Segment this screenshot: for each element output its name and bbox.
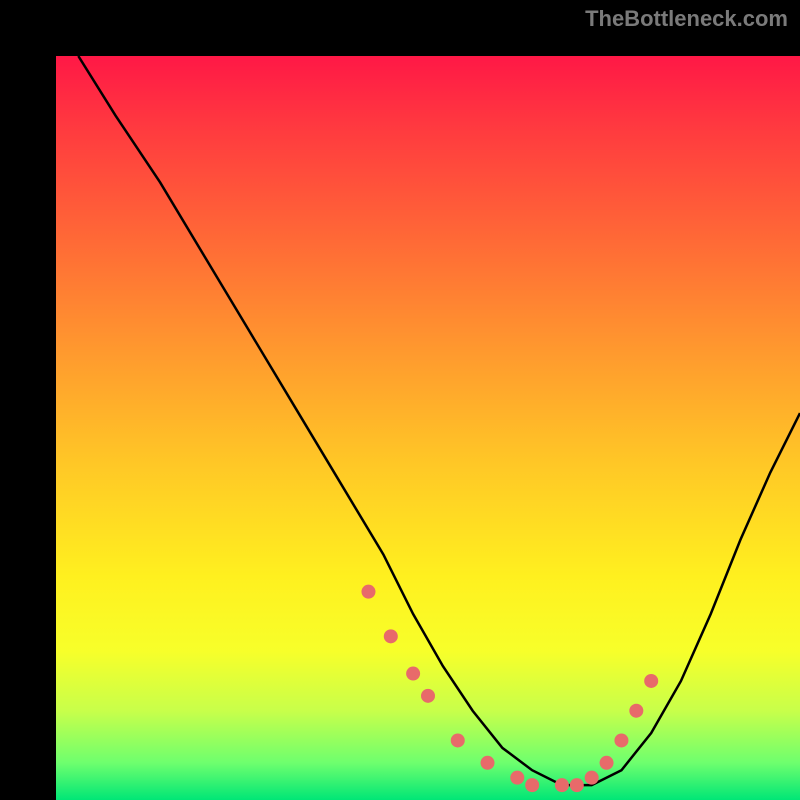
marker-dot <box>451 733 465 747</box>
marker-dot <box>570 778 584 792</box>
marker-dot <box>406 667 420 681</box>
marker-dot <box>614 733 628 747</box>
watermark-text: TheBottleneck.com <box>585 6 788 32</box>
marker-dot <box>384 629 398 643</box>
marker-dot <box>629 704 643 718</box>
chart-frame <box>0 0 800 800</box>
chart-svg <box>56 56 800 800</box>
plot-area <box>56 56 800 800</box>
marker-dots <box>361 585 658 792</box>
marker-dot <box>585 771 599 785</box>
marker-dot <box>510 771 524 785</box>
marker-dot <box>525 778 539 792</box>
marker-dot <box>555 778 569 792</box>
marker-dot <box>421 689 435 703</box>
marker-dot <box>481 756 495 770</box>
marker-dot <box>361 585 375 599</box>
marker-dot <box>600 756 614 770</box>
marker-dot <box>644 674 658 688</box>
bottleneck-curve <box>78 56 800 785</box>
